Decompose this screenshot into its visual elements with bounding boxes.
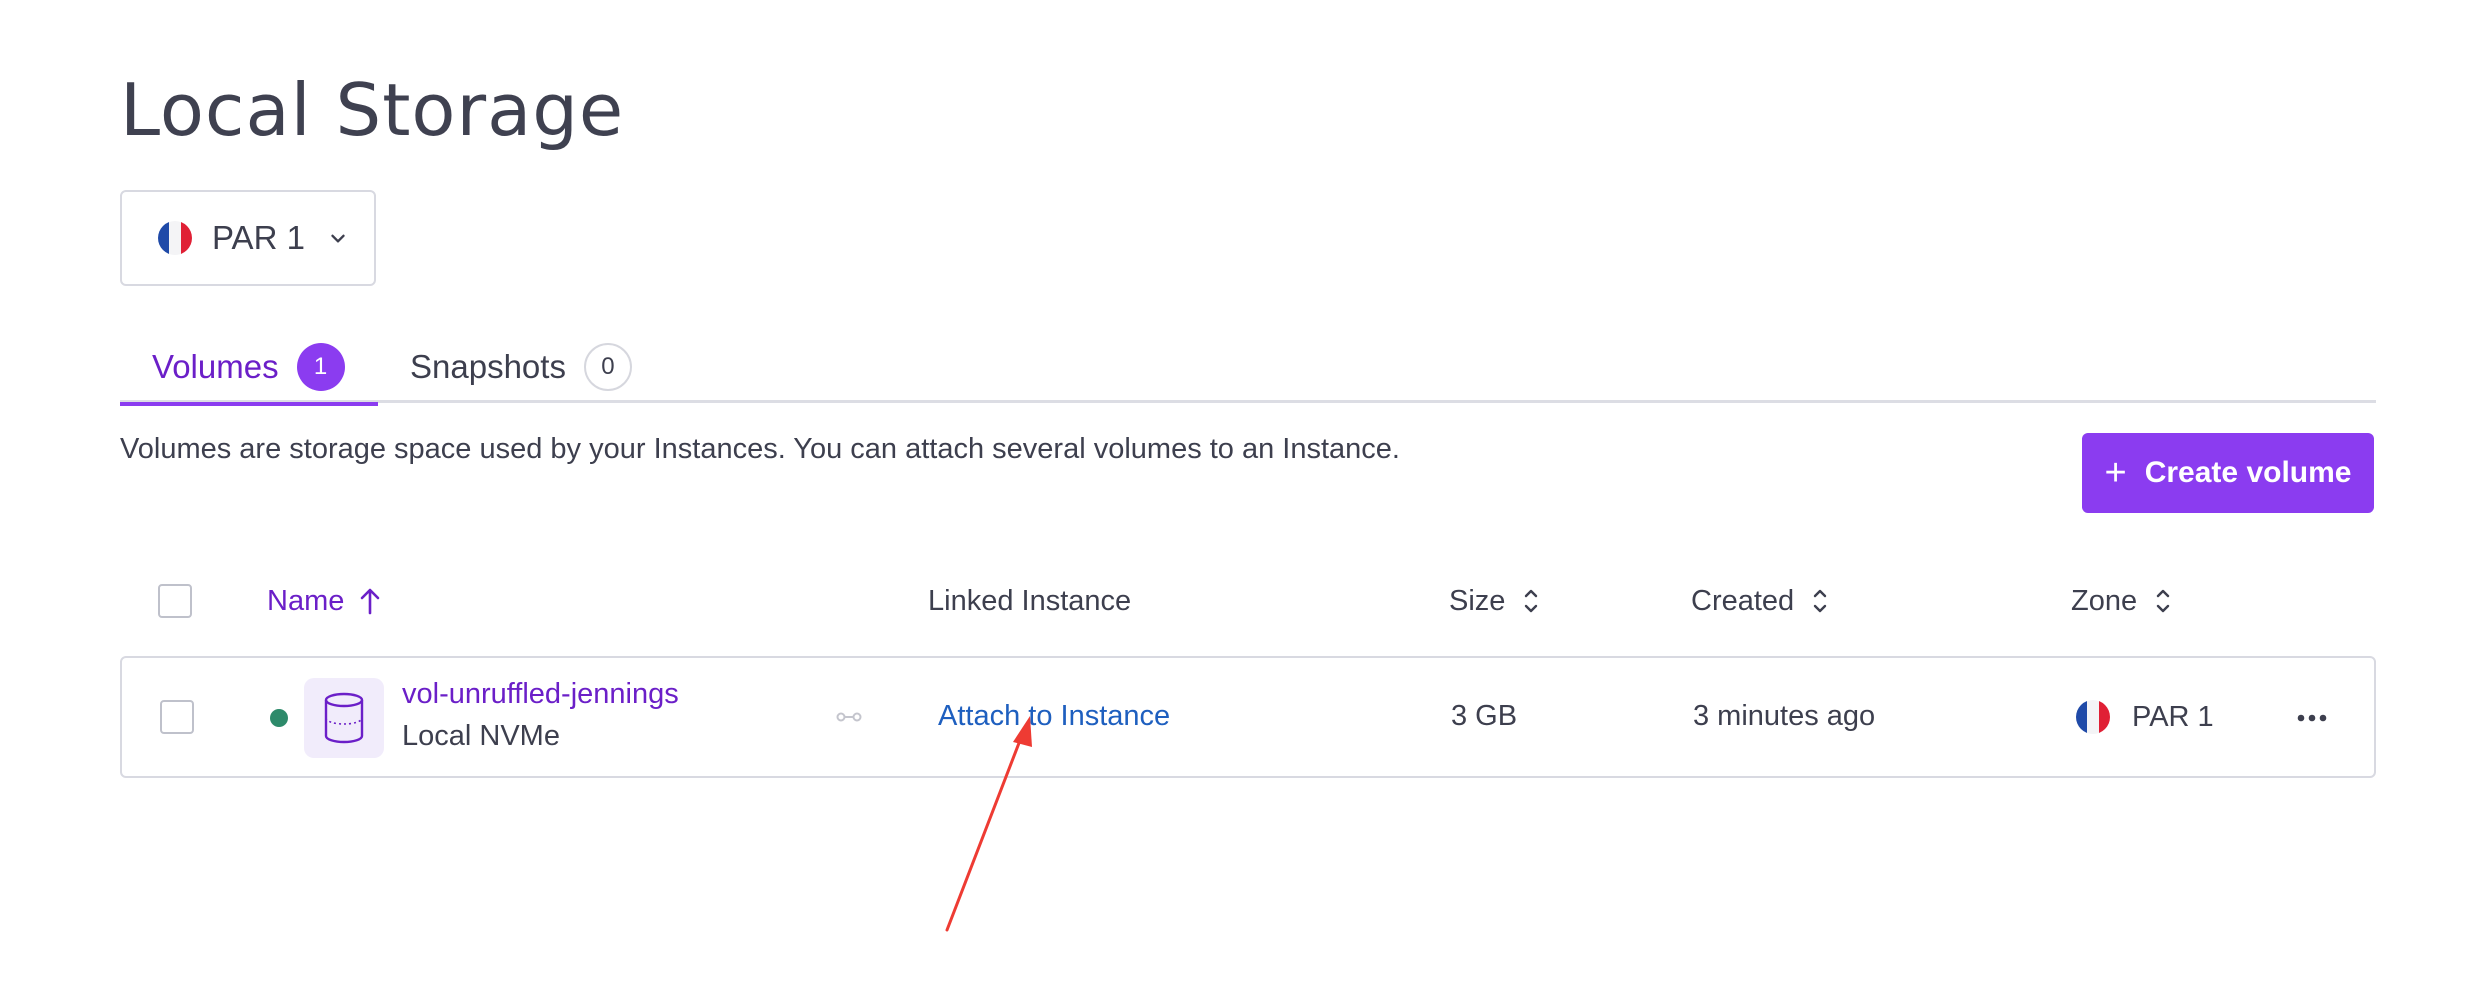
column-header-created[interactable]: Created	[1691, 584, 1830, 618]
tab-volumes-label: Volumes	[152, 347, 279, 385]
create-volume-button[interactable]: + Create volume	[2082, 433, 2374, 513]
create-volume-label: Create volume	[2144, 456, 2352, 489]
page-title: Local Storage	[120, 68, 625, 152]
attach-to-instance-link[interactable]: Attach to Instance	[938, 700, 1170, 733]
column-header-name-label: Name	[267, 584, 345, 617]
chevron-down-icon	[331, 234, 345, 243]
link-icon	[836, 712, 862, 722]
volumes-description: Volumes are storage space used by your I…	[120, 433, 1400, 465]
france-flag-icon	[2076, 700, 2110, 734]
tab-snapshots-count-badge: 0	[583, 342, 632, 391]
storage-volume-icon	[304, 678, 384, 758]
column-header-created-label: Created	[1691, 584, 1795, 617]
row-select-checkbox[interactable]	[160, 700, 194, 734]
storage-tabs: Volumes 1 Snapshots 0	[120, 330, 2376, 406]
plus-icon: +	[2104, 452, 2127, 494]
volume-created: 3 minutes ago	[1693, 700, 1876, 732]
zone-selector-label: PAR 1	[212, 219, 305, 256]
table-row: vol-unruffled-jennings Local NVMe Attach…	[120, 656, 2376, 778]
volume-size: 3 GB	[1451, 700, 1518, 732]
tab-snapshots[interactable]: Snapshots 0	[410, 330, 632, 403]
ellipsis-icon	[2297, 714, 2327, 722]
status-indicator-dot	[270, 709, 288, 727]
sort-toggle-icon	[1813, 589, 1827, 613]
tab-volumes[interactable]: Volumes 1	[120, 330, 378, 406]
column-header-linked-instance-label: Linked Instance	[928, 584, 1132, 617]
volume-name-link[interactable]: vol-unruffled-jennings	[402, 678, 679, 711]
tab-volumes-count-badge: 1	[296, 342, 345, 391]
column-header-linked-instance: Linked Instance	[928, 584, 1131, 618]
sort-ascending-arrow-icon	[361, 588, 380, 615]
column-header-name[interactable]: Name	[267, 584, 380, 618]
tab-snapshots-label: Snapshots	[410, 347, 566, 385]
sort-toggle-icon	[1525, 589, 1538, 613]
volume-type: Local NVMe	[402, 720, 560, 752]
sort-toggle-icon	[2156, 589, 2170, 613]
column-header-size-label: Size	[1449, 584, 1506, 617]
volume-zone-label: PAR 1	[2132, 700, 2214, 733]
local-storage-page: Local Storage PAR 1 Volumes 1 Snapshots …	[0, 0, 2474, 994]
zone-selector[interactable]: PAR 1	[120, 190, 376, 286]
column-header-size[interactable]: Size	[1449, 584, 1541, 618]
column-header-zone[interactable]: Zone	[2071, 584, 2173, 618]
select-all-checkbox[interactable]	[158, 584, 192, 618]
france-flag-icon	[158, 221, 192, 255]
volume-zone: PAR 1	[2076, 700, 2214, 734]
more-actions-button[interactable]	[2290, 696, 2334, 740]
column-header-zone-label: Zone	[2071, 584, 2138, 617]
